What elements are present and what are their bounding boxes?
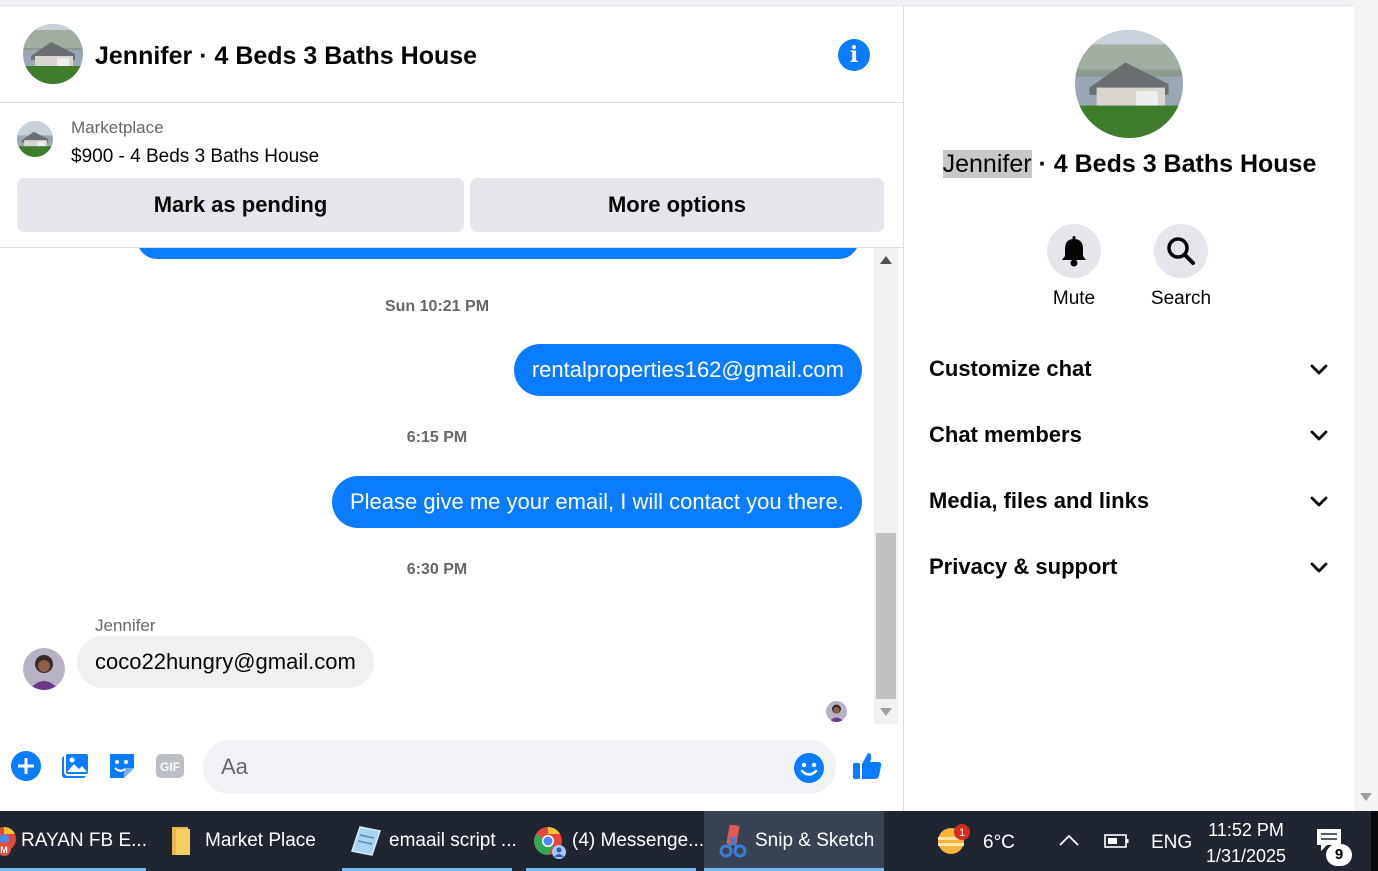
app-window: Jennifer · 4 Beds 3 Baths House i Market…	[0, 0, 1378, 871]
search-icon	[1167, 237, 1195, 265]
person-photo-icon	[23, 648, 65, 690]
house-photo-icon	[23, 24, 83, 84]
scroll-down-arrow-icon[interactable]	[880, 708, 892, 716]
outgoing-message[interactable]: rentalproperties162@gmail.com	[513, 344, 862, 396]
weather-icon[interactable]: 1	[934, 823, 972, 857]
house-photo-icon	[1075, 30, 1183, 138]
chevron-up-icon[interactable]	[1058, 832, 1080, 848]
marketplace-listing: Marketplace $900 - 4 Beds 3 Baths House …	[0, 103, 903, 248]
listing-thumbnail[interactable]	[17, 121, 53, 157]
image-icon[interactable]	[59, 750, 91, 782]
scroll-down-arrow-icon[interactable]	[1360, 793, 1372, 801]
message-composer: GIF	[0, 730, 903, 805]
chrome-icon	[534, 827, 566, 859]
svg-text:M: M	[0, 845, 8, 855]
section-chat-members[interactable]: Chat members	[929, 415, 1329, 455]
timestamp: 6:30 PM	[406, 561, 468, 578]
section-label: Media, files and links	[929, 488, 1150, 513]
section-label: Chat members	[929, 422, 1082, 447]
task-label: (4) Messenge...	[572, 830, 704, 851]
chevron-down-icon	[1310, 364, 1328, 375]
listing-title[interactable]: $900 - 4 Beds 3 Baths House	[71, 146, 319, 168]
message-list: Sun 10:21 PM rentalproperties162@gmail.c…	[0, 248, 874, 724]
info-name-highlight: Jennifer	[942, 150, 1032, 178]
language-indicator[interactable]: ENG	[1151, 832, 1192, 854]
section-media-files-links[interactable]: Media, files and links	[929, 481, 1329, 521]
section-label: Customize chat	[929, 356, 1092, 381]
show-desktop-button[interactable]	[1371, 811, 1378, 871]
search-circle[interactable]	[1154, 224, 1208, 278]
section-customize-chat[interactable]: Customize chat	[929, 349, 1329, 389]
clock[interactable]: 11:52 PM 1/31/2025	[1198, 817, 1294, 869]
search-button[interactable]: Search	[1141, 224, 1221, 310]
clock-date: 1/31/2025	[1205, 846, 1287, 866]
battery-icon[interactable]	[1104, 832, 1130, 850]
search-label: Search	[1150, 288, 1212, 309]
chat-avatar[interactable]	[23, 24, 83, 84]
mute-button[interactable]: Mute	[1034, 224, 1114, 310]
info-name-rest: · 4 Beds 3 Baths House	[1031, 150, 1317, 178]
clock-time: 11:52 PM	[1208, 820, 1284, 840]
task-label: RAYAN FB E...	[21, 830, 147, 851]
task-emaail-script[interactable]: emaail script ...	[342, 811, 517, 871]
timestamp: Sun 10:21 PM	[384, 298, 490, 315]
task-market-place[interactable]: Market Place	[158, 811, 328, 871]
temperature[interactable]: 6°C	[983, 832, 1015, 854]
scroll-thumb[interactable]	[876, 533, 896, 699]
sender-avatar[interactable]	[23, 648, 65, 690]
timestamp: 6:15 PM	[406, 429, 468, 446]
task-messenger[interactable]: (4) Messenge...	[526, 811, 704, 871]
task-label: Snip & Sketch	[755, 830, 875, 851]
section-label: Privacy & support	[929, 554, 1118, 579]
sticker-icon[interactable]	[106, 750, 138, 782]
thumbs-up-icon[interactable]	[851, 750, 883, 782]
chevron-down-icon	[1310, 496, 1328, 507]
chevron-down-icon	[1310, 430, 1328, 441]
gif-icon[interactable]: GIF	[154, 750, 186, 782]
previous-message-bubble[interactable]	[137, 248, 859, 259]
folder-icon	[172, 827, 190, 855]
task-label: emaail script ...	[389, 830, 517, 851]
mark-as-pending-button[interactable]: Mark as pending	[17, 178, 464, 232]
notepad-icon	[351, 826, 381, 856]
message-input[interactable]	[203, 740, 836, 794]
task-snip-sketch[interactable]: Snip & Sketch	[704, 811, 884, 871]
windows-taskbar: M RAYAN FB E... Market Place emaail scri…	[0, 811, 1378, 871]
chrome-profile-icon: M	[0, 826, 16, 856]
section-privacy-support[interactable]: Privacy & support	[929, 547, 1329, 587]
more-options-button[interactable]: More options	[470, 178, 884, 232]
weather-badge: 1	[959, 827, 965, 839]
snip-sketch-icon	[719, 825, 747, 858]
person-photo-icon	[826, 701, 847, 722]
bell-icon	[1062, 236, 1086, 267]
incoming-message[interactable]: coco22hungry@gmail.com	[77, 636, 374, 688]
page-scrollbar[interactable]	[1354, 0, 1378, 811]
house-photo-icon	[17, 121, 53, 157]
info-avatar[interactable]	[1075, 30, 1183, 138]
sender-name: Jennifer	[95, 616, 156, 635]
info-title: Jennifer · 4 Beds 3 Baths House	[904, 150, 1355, 179]
chat-pane: Jennifer · 4 Beds 3 Baths House i Market…	[0, 6, 903, 811]
plus-icon[interactable]	[10, 750, 42, 782]
read-receipt-avatar	[826, 701, 847, 722]
chat-title[interactable]: Jennifer · 4 Beds 3 Baths House	[95, 42, 477, 71]
task-rayan-fb[interactable]: M RAYAN FB E...	[0, 811, 147, 871]
listing-source: Marketplace	[71, 118, 164, 137]
mute-circle[interactable]	[1047, 224, 1101, 278]
task-label: Market Place	[205, 830, 316, 851]
chat-header: Jennifer · 4 Beds 3 Baths House i	[0, 6, 903, 103]
gif-label: GIF	[160, 760, 180, 774]
mute-label: Mute	[1052, 288, 1096, 309]
scroll-up-arrow-icon[interactable]	[880, 256, 892, 264]
conversation-info-pane: Jennifer · 4 Beds 3 Baths House Mute Sea…	[903, 6, 1354, 811]
message-scrollbar[interactable]	[874, 248, 898, 724]
chevron-down-icon	[1310, 562, 1328, 573]
outgoing-message[interactable]: Please give me your email, I will contac…	[331, 476, 862, 528]
emoji-icon[interactable]	[793, 752, 825, 784]
info-icon[interactable]: i	[838, 39, 870, 71]
notification-count: 9	[1326, 844, 1352, 866]
